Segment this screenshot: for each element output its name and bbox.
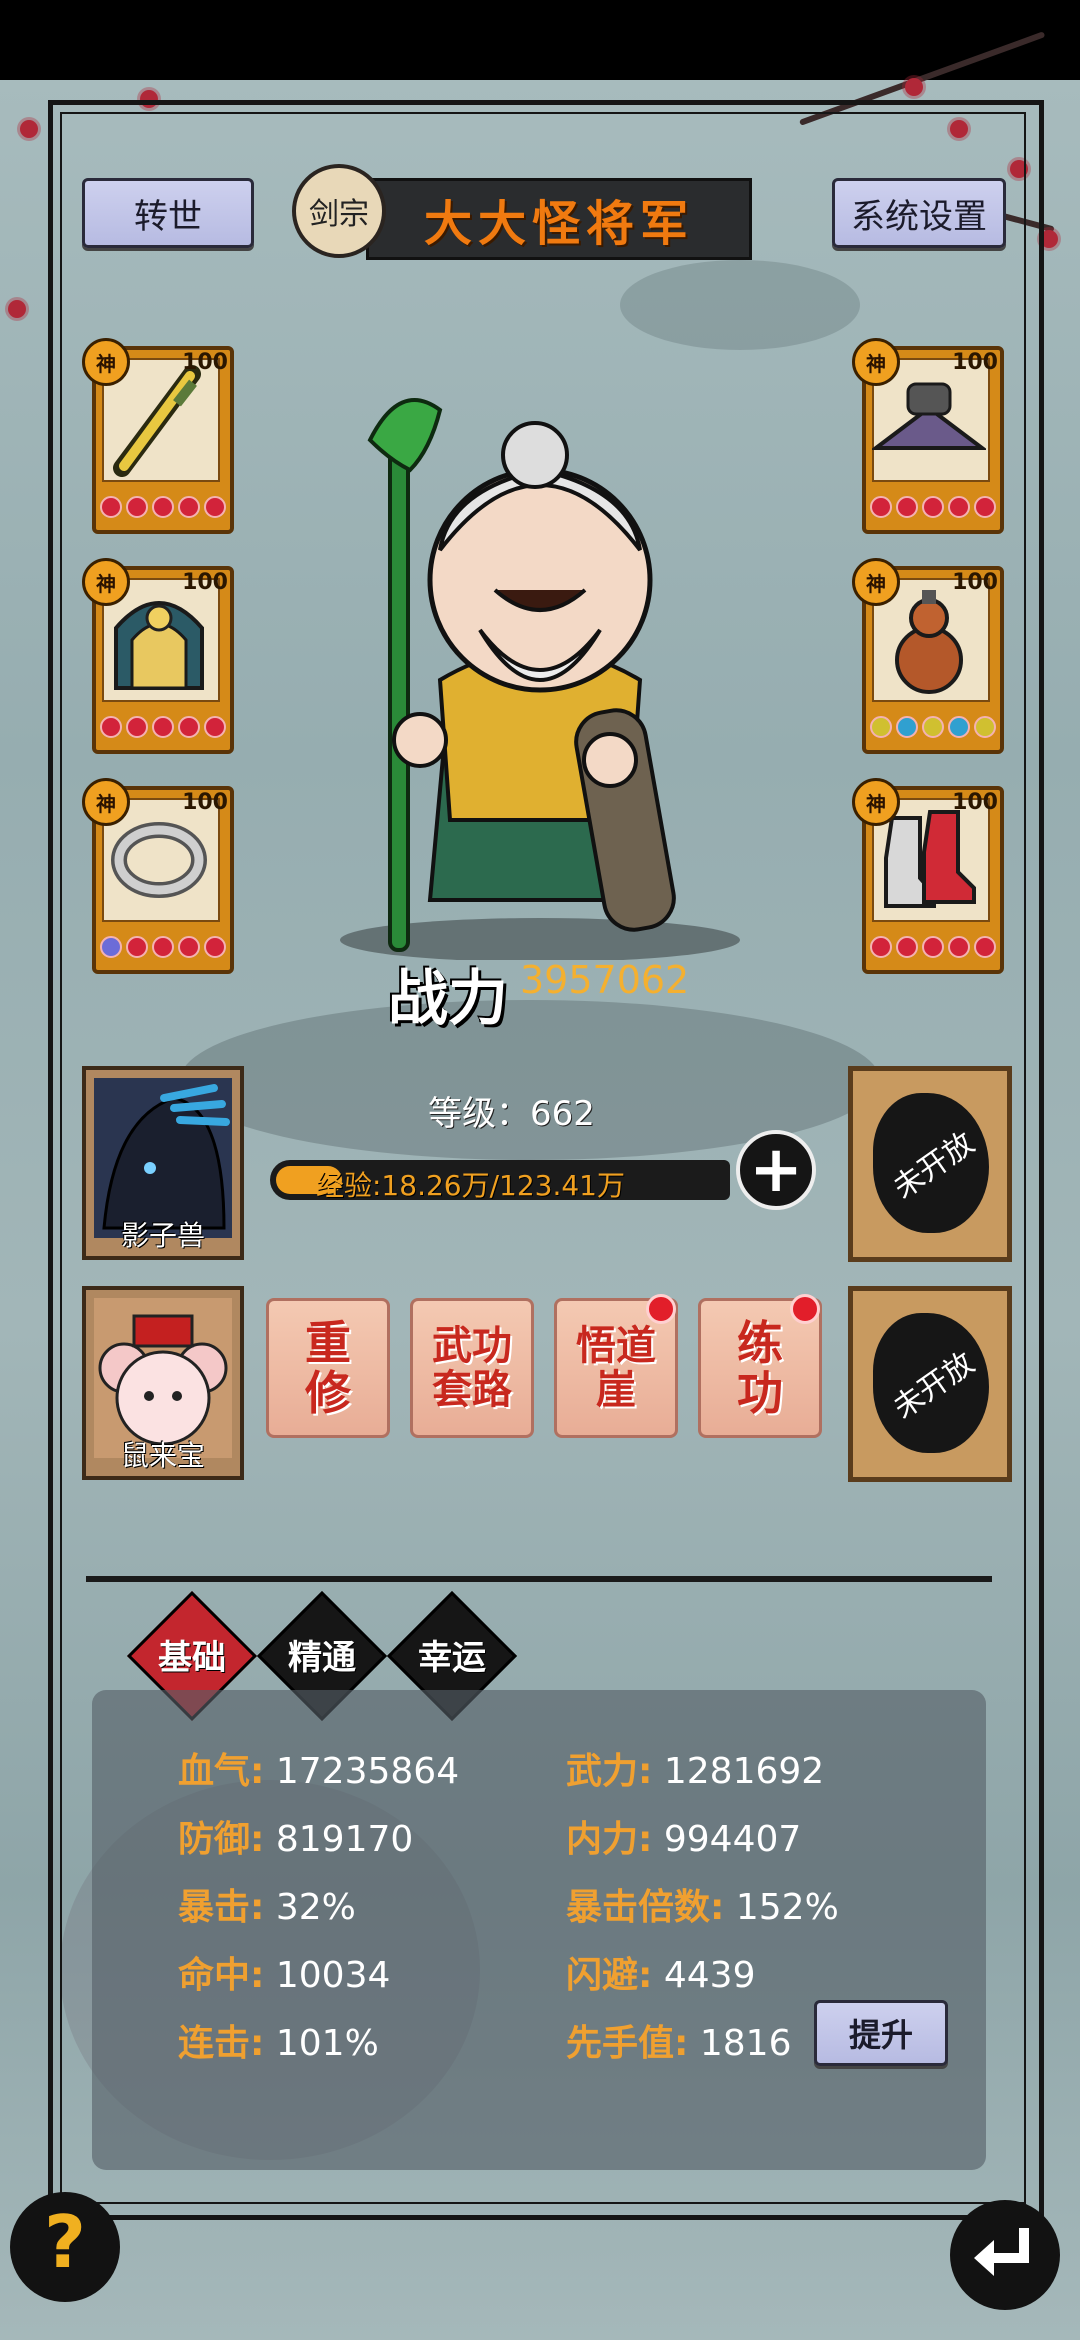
upgrade-button[interactable]: 提升 (814, 2000, 948, 2066)
stat-defense: 防御: 819170 (178, 1819, 414, 1860)
stat-crit-mult: 暴击倍数: 152% (566, 1887, 839, 1928)
tab-luck[interactable]: 幸运 (392, 1630, 512, 1679)
stat-hit: 命中: 10034 (178, 1955, 391, 1996)
player-name-plate: 大大怪将军 (366, 178, 752, 260)
equip-slot-ring[interactable]: 神 100 (82, 778, 234, 974)
help-button[interactable]: ? (10, 2192, 120, 2302)
pet-slot-2[interactable]: 鼠来宝 (82, 1286, 244, 1480)
gem-row (100, 496, 226, 522)
gem-row (870, 936, 996, 962)
exp-text: 经验:18.26万/123.41万 (316, 1169, 625, 1202)
equip-level: 100 (182, 350, 228, 375)
notification-dot (790, 1294, 820, 1324)
stat-dodge: 闪避: 4439 (566, 1955, 756, 1996)
tab-basic[interactable]: 基础 (132, 1630, 252, 1679)
equip-level: 100 (952, 350, 998, 375)
divine-badge: 神 (852, 558, 900, 606)
gem-row (100, 716, 226, 742)
player-name: 大大怪将军 (423, 196, 694, 252)
equip-level: 100 (952, 790, 998, 815)
add-exp-button[interactable]: + (736, 1130, 816, 1210)
help-icon: ? (44, 2200, 86, 2284)
gem-row (100, 936, 226, 962)
retrain-label: 重修 (305, 1316, 351, 1420)
retrain-button[interactable]: 重修 (266, 1298, 390, 1438)
equip-slot-weapon[interactable]: 神 100 (82, 338, 234, 534)
pet-name: 鼠来宝 (120, 1439, 205, 1472)
stat-inner: 内力: 994407 (566, 1819, 802, 1860)
return-arrow-icon (974, 2228, 1029, 2276)
equip-slot-gourd[interactable]: 神 100 (852, 558, 1004, 754)
rebirth-button[interactable]: 转世 (82, 178, 254, 248)
martial-routine-button[interactable]: 武功套路 (410, 1298, 534, 1438)
power-value: 3957062 (520, 958, 690, 1002)
tab-mastery[interactable]: 精通 (262, 1630, 382, 1679)
equip-level: 100 (182, 790, 228, 815)
exp-bar: 经验:18.26万/123.41万 (270, 1152, 730, 1208)
divine-badge: 神 (852, 338, 900, 386)
gem-row (870, 496, 996, 522)
game-screen: 转世 大大怪将军 剑宗 系统设置 神 100 神 100 神 100 神 100… (0, 0, 1080, 2340)
stat-force: 武力: 1281692 (566, 1751, 825, 1792)
sect-badge[interactable]: 剑宗 (292, 164, 386, 258)
gem-row (870, 716, 996, 742)
pet-name: 影子兽 (120, 1219, 205, 1252)
divine-badge: 神 (82, 558, 130, 606)
stat-crit: 暴击: 32% (178, 1887, 356, 1928)
divine-badge: 神 (852, 778, 900, 826)
status-bar (0, 0, 1080, 80)
enlightenment-cliff-label: 悟道崖 (576, 1323, 656, 1413)
martial-routine-label: 武功套路 (432, 1323, 512, 1413)
character-portrait[interactable] (330, 380, 750, 960)
pet-slot-1[interactable]: 影子兽 (82, 1066, 244, 1260)
locked-slot-1[interactable]: 未开放 (848, 1066, 1012, 1262)
divine-badge: 神 (82, 338, 130, 386)
settings-button[interactable]: 系统设置 (832, 178, 1006, 248)
equip-slot-hat[interactable]: 神 100 (852, 338, 1004, 534)
back-button[interactable] (950, 2200, 1060, 2310)
stat-combo: 连击: 101% (178, 2023, 379, 2064)
locked-slot-2[interactable]: 未开放 (848, 1286, 1012, 1482)
equip-level: 100 (952, 570, 998, 595)
divine-badge: 神 (82, 778, 130, 826)
notification-dot (646, 1294, 676, 1324)
practice-label: 练功 (737, 1316, 783, 1420)
stat-hp: 血气: 17235864 (178, 1751, 460, 1792)
stat-initiative: 先手值: 1816 (566, 2023, 792, 2064)
equip-slot-helmet[interactable]: 神 100 (82, 558, 234, 754)
equip-slot-boots[interactable]: 神 100 (852, 778, 1004, 974)
power-label: 战力 (388, 964, 508, 1034)
section-divider (86, 1576, 992, 1582)
equip-level: 100 (182, 570, 228, 595)
sect-label: 剑宗 (309, 197, 369, 232)
level-text: 等级：662 (428, 1094, 595, 1134)
